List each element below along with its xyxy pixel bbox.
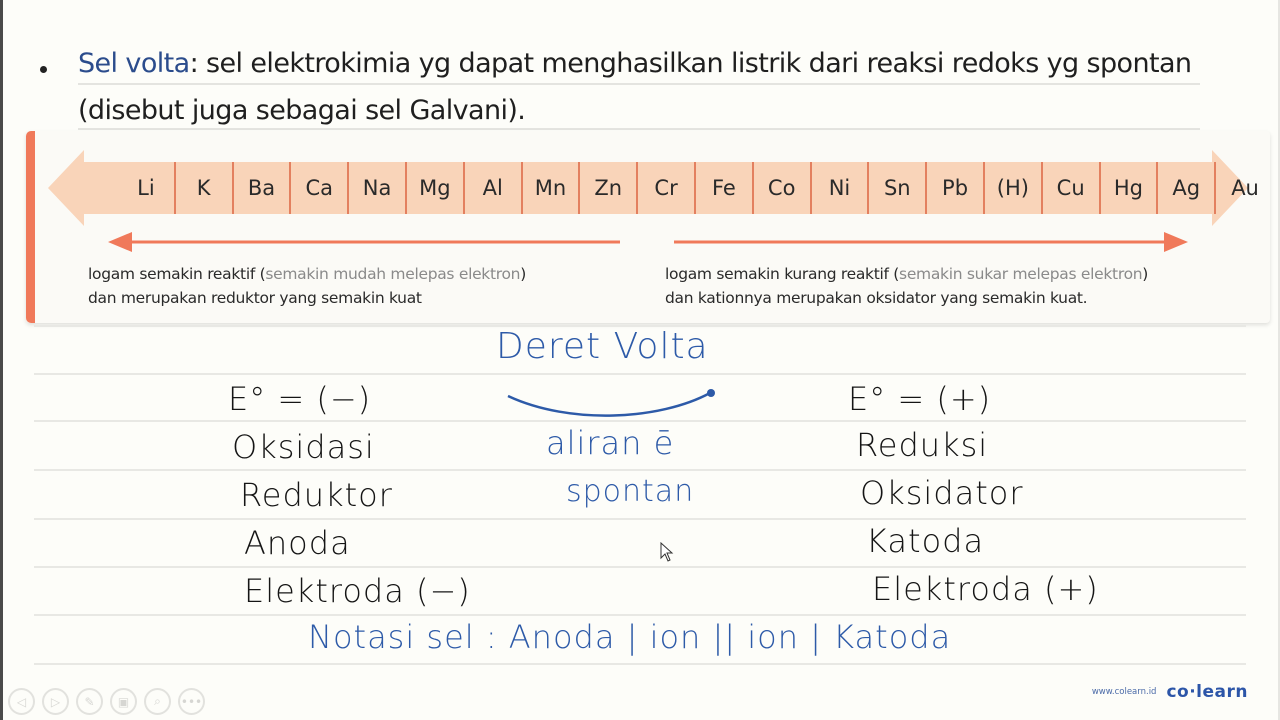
element-cell: Co xyxy=(754,162,812,214)
notebook-line xyxy=(34,566,1246,568)
previous-button[interactable]: ◁ xyxy=(8,688,35,715)
zoom-button[interactable]: ⌕ xyxy=(144,688,171,715)
element-cell: Al xyxy=(465,162,523,214)
zoom-icon: ⌕ xyxy=(154,694,161,708)
spontaneous-label: spontan xyxy=(566,474,695,509)
handwritten-title: Deret Volta xyxy=(496,326,709,367)
pen-button[interactable]: ✎ xyxy=(76,688,103,715)
element-cell: Au xyxy=(1231,176,1259,200)
right-item-electrode: Elektroda (+) xyxy=(872,570,1099,608)
mouse-cursor-icon xyxy=(660,542,674,562)
more-icon: ••• xyxy=(180,694,203,709)
brand-footer: www.colearn.id co·learn xyxy=(1092,682,1248,702)
right-item-cathode: Katoda xyxy=(866,522,985,560)
element-cell: Hg xyxy=(1101,162,1159,214)
element-cell: Cr xyxy=(638,162,696,214)
arrow-head-icon xyxy=(707,389,715,397)
notebook-line xyxy=(34,614,1246,616)
left-desc-line2: dan merupakan reduktor yang semakin kuat xyxy=(88,289,422,307)
notebook-line xyxy=(34,518,1246,520)
left-item-oxidation: Oksidasi xyxy=(232,428,375,466)
element-cell: Sn xyxy=(869,162,928,214)
left-desc-text: logam semakin reaktif ( xyxy=(88,265,266,283)
right-item-potential: E° = (+) xyxy=(848,380,992,418)
element-cell: Na xyxy=(349,162,407,214)
element-cell: Cu xyxy=(1043,162,1101,214)
definition-text: : sel elektrokimia yg dapat menghasilkan… xyxy=(189,48,1192,79)
next-icon: ▷ xyxy=(50,694,61,709)
window-left-edge xyxy=(0,0,3,720)
left-description: logam semakin reaktif (semakin mudah mel… xyxy=(88,262,526,310)
element-list: Li K Ba Ca Na Mg Al Mn Zn Cr Fe Co Ni Sn Pb (H) Cu Hg Ag Au xyxy=(118,162,1274,214)
element-cell: K xyxy=(176,162,234,214)
notebook-line xyxy=(34,373,1246,375)
cell-notation: Notasi sel : Anoda | ion || ion | Katoda xyxy=(308,618,952,656)
presentation-toolbar: ◁ ▷ ✎ ▣ ⌕ ••• xyxy=(8,688,205,715)
notebook-line xyxy=(34,663,1246,665)
previous-icon: ◁ xyxy=(16,694,27,709)
element-cell: Fe xyxy=(696,162,754,214)
element-cell: Ni xyxy=(812,162,870,214)
element-cell: Mn xyxy=(523,162,581,214)
element-cell: Pb xyxy=(927,162,985,214)
left-desc-close: ) xyxy=(520,265,526,283)
right-item-reduction: Reduksi xyxy=(856,426,989,464)
right-desc-text: logam semakin kurang reaktif ( xyxy=(665,265,900,283)
bullet-point xyxy=(40,66,47,73)
element-cell: (H) xyxy=(985,162,1043,214)
slides-button[interactable]: ▣ xyxy=(110,688,137,715)
slides-icon: ▣ xyxy=(117,694,130,709)
notebook-line xyxy=(34,420,1246,422)
ruled-line xyxy=(78,83,1200,85)
brand-url[interactable]: www.colearn.id xyxy=(1092,687,1157,697)
element-cell: Mg xyxy=(407,162,465,214)
definition-term: Sel volta xyxy=(78,48,190,79)
element-cell: Ag xyxy=(1158,162,1217,214)
volta-series-bar: Li K Ba Ca Na Mg Al Mn Zn Cr Fe Co Ni Sn Pb (H) Cu Hg Ag Au xyxy=(48,150,1259,226)
ruled-line xyxy=(78,128,1200,130)
brand-logo: co·learn xyxy=(1166,682,1248,702)
right-item-oxidator: Oksidator xyxy=(860,474,1024,512)
notebook-line xyxy=(34,469,1246,471)
left-item-potential: E° = (−) xyxy=(228,380,372,418)
element-cell: Ca xyxy=(291,162,350,214)
definition-line: Sel volta: sel elektrokimia yg dapat men… xyxy=(78,48,1192,79)
right-desc-muted: semakin sukar melepas elektron xyxy=(899,265,1143,283)
left-item-electrode: Elektroda (−) xyxy=(244,572,471,610)
left-item-reductor: Reduktor xyxy=(240,476,393,514)
right-desc-close: ) xyxy=(1142,265,1149,283)
element-cell: Ba xyxy=(234,162,292,214)
left-desc-muted: semakin mudah melepas elektron xyxy=(265,265,521,283)
element-cell: Zn xyxy=(580,162,639,214)
definition-continuation: (disebut juga sebagai sel Galvani). xyxy=(78,95,526,126)
left-item-anode: Anoda xyxy=(244,524,351,562)
element-cell: Li xyxy=(118,162,176,214)
electron-flow-label: aliran ē xyxy=(546,424,675,462)
right-desc-line2: dan kationnya merupakan oksidator yang s… xyxy=(665,289,1088,307)
card-accent-bar xyxy=(26,131,35,323)
pen-icon: ✎ xyxy=(84,694,95,709)
more-button[interactable]: ••• xyxy=(178,688,205,715)
right-description: logam semakin kurang reaktif (semakin su… xyxy=(665,262,1148,310)
next-button[interactable]: ▷ xyxy=(42,688,69,715)
